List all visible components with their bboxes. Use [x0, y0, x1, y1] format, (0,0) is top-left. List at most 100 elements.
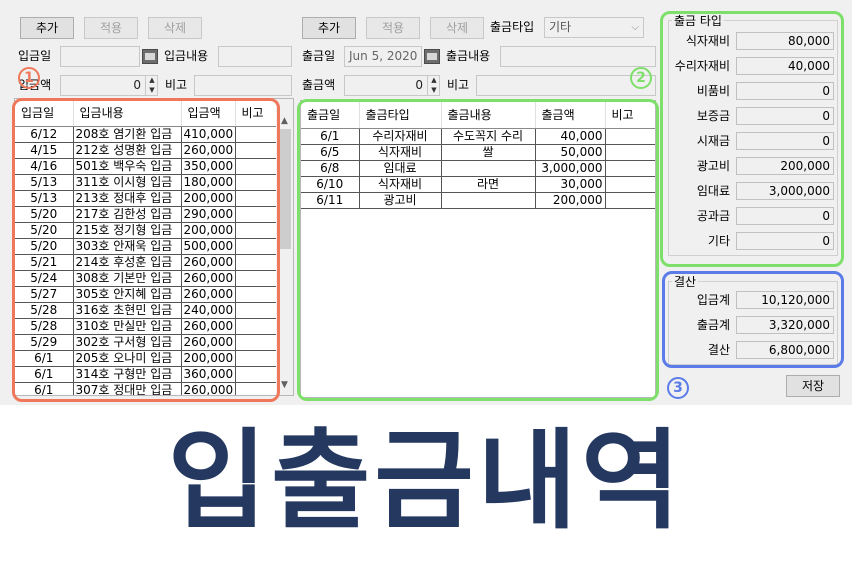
scrollbar-thumb[interactable]: [278, 129, 291, 249]
table-cell: 260,000: [181, 270, 236, 287]
table-row[interactable]: 6/11 광고비 200,000: [301, 192, 655, 209]
column-header[interactable]: 비고: [235, 99, 278, 127]
scroll-down-icon[interactable]: ▼: [276, 377, 293, 393]
column-header[interactable]: 출금액: [535, 101, 606, 129]
column-header[interactable]: 비고: [605, 101, 655, 129]
table-cell: 6/1: [15, 350, 74, 367]
type-item-value: 0: [736, 207, 834, 225]
deposit-content-field[interactable]: [218, 46, 292, 67]
table-row[interactable]: 5/20 215호 정기형 입금 200,000: [15, 222, 278, 239]
withdraw-type-select[interactable]: 기타 ⌵: [544, 17, 644, 38]
spinner-arrows-icon[interactable]: ▲ ▼: [145, 75, 158, 96]
withdraw-note-field[interactable]: [476, 75, 656, 96]
deposit-date-field[interactable]: [60, 46, 140, 67]
withdraw-date-field[interactable]: Jun 5, 2020: [344, 46, 422, 67]
deposit-table[interactable]: 입금일 입금내용 입금액 비고 6/12 208호 염기환 입금 410,000 4/…: [14, 98, 294, 396]
table-cell: 410,000: [181, 126, 236, 143]
type-item-value: 0: [736, 107, 834, 125]
withdraw-apply-button[interactable]: 적용: [366, 17, 420, 39]
table-row[interactable]: 6/10 식자재비 라면 30,000: [301, 176, 655, 193]
table-row[interactable]: 6/1 314호 구형만 입금 360,000: [15, 366, 278, 383]
table-row[interactable]: 6/5 식자재비 쌀 50,000: [301, 144, 655, 161]
table-row[interactable]: 5/13 311호 이시형 입금 180,000: [15, 174, 278, 191]
withdraw-add-button[interactable]: 추가: [302, 17, 356, 39]
settlement-item-label: 입금계: [696, 293, 730, 307]
table-cell: 6/8: [301, 160, 360, 177]
withdraw-delete-button[interactable]: 삭제: [430, 17, 484, 39]
table-row[interactable]: 5/27 305호 안지혜 입금 260,000: [15, 286, 278, 303]
type-item-label: 시재금: [696, 134, 730, 148]
deposit-note-field[interactable]: [194, 75, 292, 96]
withdraw-type-label: 출금타입: [490, 20, 535, 34]
deposit-apply-button[interactable]: 적용: [84, 17, 138, 39]
withdraw-date-label: 출금일: [302, 49, 336, 63]
table-cell: 316호 초현민 입금: [73, 302, 182, 319]
type-item-value: 0: [736, 132, 834, 150]
table-row[interactable]: 6/1 205호 오나미 입금 200,000: [15, 350, 278, 367]
table-cell: 임대료: [359, 160, 442, 177]
table-cell: 200,000: [181, 190, 236, 207]
type-item-value: 40,000: [736, 57, 834, 75]
table-cell: 214호 후성훈 입금: [73, 254, 182, 271]
deposit-delete-button[interactable]: 삭제: [148, 17, 202, 39]
table-cell: 180,000: [181, 174, 236, 191]
table-cell: 6/1: [15, 366, 74, 383]
table-cell: 5/24: [15, 270, 74, 287]
table-cell: 5/20: [15, 238, 74, 255]
type-item-value: 0: [736, 82, 834, 100]
type-item-label: 광고비: [696, 159, 730, 173]
withdraw-table[interactable]: 출금일 출금타입 출금내용 출금액 비고 6/1 수리자재비 수도꼭지 수리 40,0…: [300, 100, 656, 398]
table-row[interactable]: 4/16 501호 백우숙 입금 350,000: [15, 158, 278, 175]
table-cell: [235, 158, 278, 175]
badge-2: 2: [630, 67, 652, 89]
deposit-add-button[interactable]: 추가: [20, 17, 74, 39]
column-header[interactable]: 입금내용: [73, 99, 182, 127]
column-header[interactable]: 출금내용: [441, 101, 536, 129]
table-row[interactable]: 4/15 212호 성명환 입금 260,000: [15, 142, 278, 159]
table-row[interactable]: 5/28 316호 초현민 입금 240,000: [15, 302, 278, 319]
table-cell: 212호 성명환 입금: [73, 142, 182, 159]
table-row[interactable]: 5/24 308호 기본만 입금 260,000: [15, 270, 278, 287]
withdraw-amount-field[interactable]: 0: [344, 75, 440, 96]
table-cell: 5/28: [15, 318, 74, 335]
table-cell: 200,000: [181, 350, 236, 367]
table-cell: 200,000: [535, 192, 606, 209]
table-row[interactable]: 6/12 208호 염기환 입금 410,000: [15, 126, 278, 143]
table-row[interactable]: 6/8 임대료 3,000,000: [301, 160, 655, 177]
deposit-table-scrollbar[interactable]: ▲ ▼: [276, 99, 293, 395]
table-cell: 200,000: [181, 222, 236, 239]
scroll-up-icon[interactable]: ▲: [276, 113, 293, 129]
withdraw-content-field[interactable]: [500, 46, 656, 67]
deposit-content-label: 입금내용: [164, 49, 209, 63]
table-row[interactable]: 5/13 213호 정대후 입금 200,000: [15, 190, 278, 207]
badge-3: 3: [667, 377, 689, 399]
calendar-icon[interactable]: [142, 49, 158, 64]
table-cell: 5/21: [15, 254, 74, 271]
table-cell: 5/28: [15, 302, 74, 319]
column-header[interactable]: 출금타입: [359, 101, 442, 129]
deposit-amount-field[interactable]: 0: [60, 75, 158, 96]
table-cell: [235, 222, 278, 239]
table-row[interactable]: 5/20 217호 김한성 입금 290,000: [15, 206, 278, 223]
table-row[interactable]: 5/29 302호 구서형 입금 260,000: [15, 334, 278, 351]
column-header[interactable]: 출금일: [301, 101, 360, 129]
spinner-arrows-icon[interactable]: ▲ ▼: [427, 75, 440, 96]
table-cell: 260,000: [181, 334, 236, 351]
column-header[interactable]: 입금일: [15, 99, 74, 127]
table-row[interactable]: 5/20 303호 안재욱 입금 500,000: [15, 238, 278, 255]
badge-1: 1: [18, 67, 40, 89]
column-header[interactable]: 입금액: [181, 99, 236, 127]
table-cell: [235, 286, 278, 303]
table-cell: 식자재비: [359, 176, 442, 193]
type-item-value: 0: [736, 232, 834, 250]
table-cell: 6/5: [301, 144, 360, 161]
table-cell: 라면: [441, 176, 536, 193]
table-row[interactable]: 5/21 214호 후성훈 입금 260,000: [15, 254, 278, 271]
calendar-icon[interactable]: [424, 49, 440, 64]
table-row[interactable]: 5/28 310호 만실만 입금 260,000: [15, 318, 278, 335]
table-cell: 308호 기본만 입금: [73, 270, 182, 287]
table-row[interactable]: 6/1 307호 정대만 입금 260,000: [15, 382, 278, 395]
table-row[interactable]: 6/1 수리자재비 수도꼭지 수리 40,000: [301, 128, 655, 145]
table-cell: 360,000: [181, 366, 236, 383]
save-button[interactable]: 저장: [786, 375, 840, 397]
